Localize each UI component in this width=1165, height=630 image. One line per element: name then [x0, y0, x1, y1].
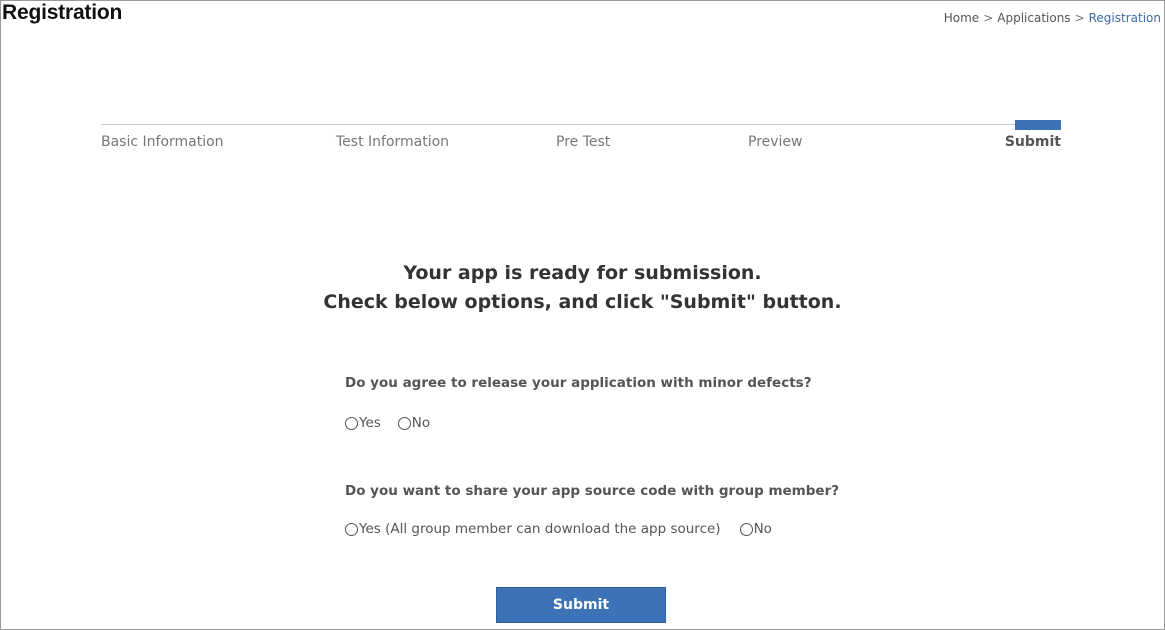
radio-button[interactable] [739, 522, 753, 536]
step-preview: Preview [748, 134, 803, 150]
breadcrumb: Home > Applications > Registration [944, 11, 1161, 25]
step-submit: Submit [1004, 134, 1061, 150]
step-pre-test: Pre Test [556, 134, 611, 150]
share-source-options: Yes (All group member can download the a… [345, 521, 772, 537]
share-source-yes-option[interactable]: Yes (All group member can download the a… [345, 521, 721, 537]
release-defects-yes-option[interactable]: Yes [345, 415, 381, 431]
progress-stepper: Basic Information Test Information Pre T… [101, 120, 1061, 160]
breadcrumb-applications[interactable]: Applications [997, 11, 1070, 25]
submit-button[interactable]: Submit [496, 587, 666, 623]
breadcrumb-separator: > [983, 11, 994, 25]
share-source-no-option[interactable]: No [739, 521, 772, 537]
page-title: Registration [2, 1, 123, 24]
step-test-information: Test Information [336, 134, 450, 150]
option-label: Yes (All group member can download the a… [359, 521, 721, 537]
ready-message-line1: Your app is ready for submission. [403, 262, 762, 284]
step-basic-information: Basic Information [101, 134, 224, 150]
release-defects-options: Yes No [345, 415, 430, 431]
question-share-source: Do you want to share your app source cod… [345, 483, 840, 499]
ready-message-line2: Check below options, and click "Submit" … [323, 291, 842, 313]
radio-button[interactable] [345, 416, 358, 430]
option-label: No [411, 415, 431, 431]
breadcrumb-separator: > [1074, 11, 1085, 25]
release-defects-no-option[interactable]: No [397, 415, 431, 431]
radio-button[interactable] [397, 416, 411, 430]
breadcrumb-registration: Registration [1088, 11, 1161, 25]
ready-message: Your app is ready for submission. Check … [0, 259, 1165, 317]
radio-button[interactable] [345, 522, 358, 536]
question-release-defects: Do you agree to release your application… [345, 375, 812, 391]
breadcrumb-home[interactable]: Home [944, 11, 979, 25]
stepper-active-indicator [1015, 120, 1061, 130]
option-label: Yes [359, 415, 381, 431]
stepper-track [101, 124, 1061, 125]
option-label: No [753, 521, 772, 537]
